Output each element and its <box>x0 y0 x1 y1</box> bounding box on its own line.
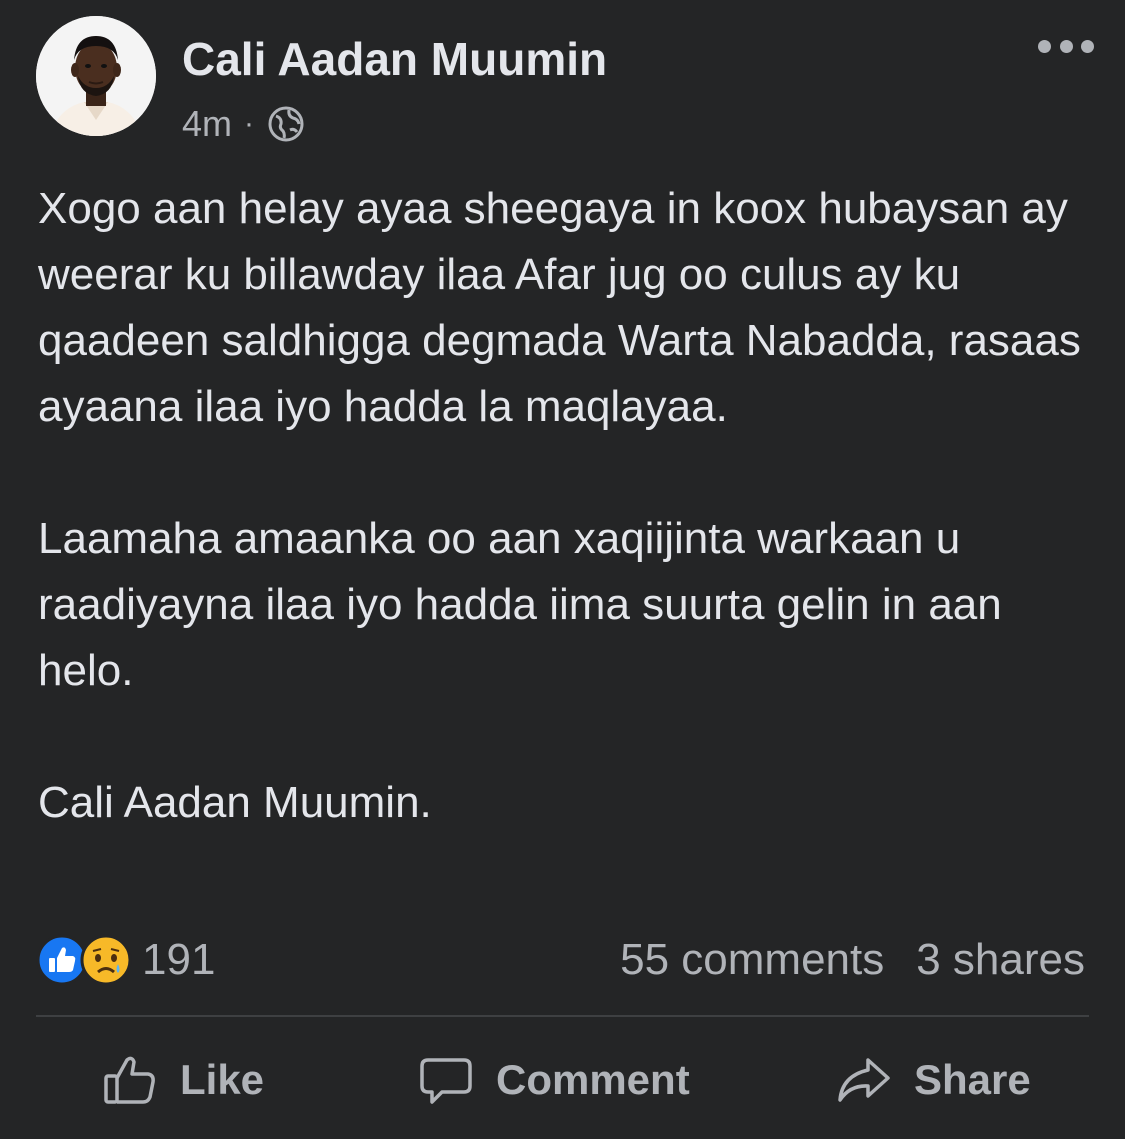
dot <box>1081 39 1094 53</box>
author-avatar[interactable] <box>36 16 156 136</box>
engagement-stats: 55 comments 3 shares <box>620 932 1085 988</box>
like-label: Like <box>180 1056 265 1103</box>
post-signature: Cali Aadan Muumin. <box>38 778 432 827</box>
post-paragraph: Laamaha amaanka oo aan xaqiijinta warkaa… <box>38 514 1002 695</box>
reactions-summary[interactable]: 191 <box>36 932 215 988</box>
more-options-icon[interactable] <box>1038 30 1094 62</box>
post-text: Xogo aan helay ayaa sheegaya in koox hub… <box>38 176 1098 836</box>
post-timestamp[interactable]: 4m <box>182 103 232 145</box>
dot <box>1038 39 1051 53</box>
post-paragraph: Xogo aan helay ayaa sheegaya in koox hub… <box>38 184 1081 431</box>
thumbs-up-icon <box>104 1056 155 1104</box>
comment-label: Comment <box>496 1056 690 1103</box>
globe-icon[interactable] <box>266 104 306 144</box>
post-actions: Like Comment Share <box>0 1040 1125 1120</box>
dot <box>1059 39 1073 53</box>
reaction-count: 191 <box>142 935 216 984</box>
shares-count-link[interactable]: 3 shares <box>916 935 1085 985</box>
post-card: Cali Aadan Muumin 4m · Xogo aan helay ay… <box>0 0 1125 1139</box>
sad-reaction-icon <box>80 934 132 986</box>
author-name[interactable]: Cali Aadan Muumin <box>182 32 607 86</box>
comment-button[interactable]: Comment <box>418 1040 690 1120</box>
share-label: Share <box>914 1056 1031 1103</box>
comment-bubble-icon <box>420 1058 472 1104</box>
divider <box>36 1015 1089 1017</box>
like-button[interactable]: Like <box>102 1040 264 1120</box>
comments-count-link[interactable]: 55 comments <box>620 935 884 985</box>
share-arrow-icon <box>838 1058 890 1102</box>
share-button[interactable]: Share <box>836 1040 1031 1120</box>
meta-separator: · <box>244 107 255 140</box>
post-meta: 4m · <box>182 102 306 146</box>
